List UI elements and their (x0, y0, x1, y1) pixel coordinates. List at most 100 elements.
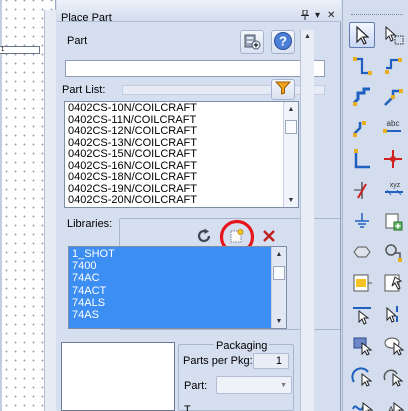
list-item[interactable]: 1_SHOT (72, 248, 270, 260)
filter-funnel-icon (274, 81, 292, 98)
rectangle-tool[interactable] (349, 332, 375, 358)
type-label: T (184, 404, 191, 411)
image-icon: A (388, 401, 405, 411)
list-item[interactable]: 0402CS-20N/COILCRAFT (68, 194, 282, 207)
canvas-border (0, 0, 2, 411)
place-hierarchical-block-tool[interactable] (380, 239, 406, 265)
place-part-icon (385, 213, 403, 231)
scroll-up-icon[interactable]: ▲ (272, 247, 286, 261)
select-arrow-icon (356, 25, 370, 45)
svg-text:abc: abc (387, 119, 400, 128)
canvas-tab-label: 1 (1, 47, 5, 53)
scroll-down-icon[interactable]: ▼ (284, 193, 298, 207)
panel-title: Place Part (61, 12, 112, 24)
place-part-tool[interactable] (380, 208, 406, 234)
place-pin-array-tool[interactable] (380, 270, 406, 296)
net-label-tool[interactable] (380, 53, 406, 79)
close-icon[interactable]: ✕ (327, 10, 335, 21)
chevron-down-icon[interactable]: ▾ (315, 10, 320, 21)
ground-symbol-tool[interactable] (349, 208, 375, 234)
bezier-tool[interactable] (380, 363, 406, 389)
list-item[interactable]: 0402CS-15N/COILCRAFT (68, 148, 282, 161)
chevron-down-icon: ▼ (280, 382, 287, 389)
help-icon: ? (273, 31, 293, 54)
wire-tool[interactable] (349, 53, 375, 79)
canvas-scrollbar[interactable] (44, 10, 56, 411)
off-page-connector-tool[interactable]: xyz (380, 177, 406, 203)
bus-entry-icon (384, 89, 403, 106)
remove-library-icon (262, 229, 276, 246)
net-alias-tool[interactable] (349, 115, 375, 141)
power-symbol-tool[interactable] (349, 177, 375, 203)
svg-text:xyz: xyz (390, 182, 401, 189)
arc-icon (351, 367, 373, 387)
no-connect-tool[interactable] (380, 146, 406, 172)
text-abc-tool[interactable]: abc (380, 115, 406, 141)
libraries-scrollbar[interactable]: ▲ ▼ (271, 247, 286, 328)
arc-tool[interactable] (349, 363, 375, 389)
text-icon (352, 401, 374, 411)
list-item[interactable]: 0402CS-12N/COILCRAFT (68, 125, 282, 138)
part-search-input[interactable] (65, 60, 325, 77)
polyline-icon (386, 306, 398, 323)
svg-text:A: A (388, 405, 394, 411)
scroll-thumb[interactable] (273, 266, 285, 280)
part-list-label: Part List: (62, 84, 106, 96)
libraries-label: Libraries: (67, 218, 113, 230)
text-abc-icon: abc (383, 119, 401, 133)
line-tool[interactable] (349, 301, 375, 327)
add-part-button[interactable] (240, 30, 264, 54)
rectangle-icon (353, 337, 373, 356)
remove-library-button[interactable] (258, 226, 280, 248)
pin-icon[interactable] (301, 9, 309, 23)
panel-scrollbar[interactable]: ▲ (300, 30, 314, 411)
hierarchical-port-tool[interactable] (349, 239, 375, 265)
select-arrow-tool[interactable] (349, 22, 375, 48)
net-label-icon (385, 58, 402, 74)
refresh-icon (196, 228, 212, 247)
list-item[interactable]: 74ALS (72, 297, 270, 309)
place-pin-tool[interactable] (349, 270, 375, 296)
bus-entry-tool[interactable] (380, 84, 406, 110)
list-item[interactable]: 0402CS-18N/COILCRAFT (68, 171, 282, 184)
part-list[interactable]: 0402CS-10N/COILCRAFT 0402CS-11N/COILCRAFT… (64, 101, 299, 208)
ellipse-icon (384, 337, 405, 356)
off-page-connector-icon: xyz (385, 182, 403, 196)
part-select-label: Part: (184, 380, 208, 392)
list-item[interactable]: 74ACT (72, 285, 270, 297)
wire-icon (353, 57, 372, 75)
power-symbol-icon (354, 182, 367, 199)
list-item[interactable]: 74AC (72, 272, 270, 284)
libraries-list[interactable]: 1_SHOT 7400 74AC 74ACT 74ALS 74AS ▲ ▼ (68, 246, 287, 329)
junction-tool[interactable] (349, 146, 375, 172)
image-tool[interactable]: A (380, 394, 406, 411)
part-list-scrollbar[interactable]: ▲ ▼ (283, 102, 298, 207)
part-select[interactable]: ▼ (216, 376, 292, 394)
bus-tool[interactable] (349, 84, 375, 110)
filter-button[interactable] (271, 79, 295, 100)
place-pin-array-icon (384, 274, 403, 292)
scroll-down-icon[interactable]: ▼ (272, 314, 286, 328)
scroll-thumb[interactable] (285, 120, 297, 134)
help-button[interactable]: ? (271, 30, 295, 54)
list-item[interactable]: 74AS (72, 309, 270, 321)
canvas-page-tab[interactable]: 1 (0, 46, 40, 54)
toolbar-grip[interactable] (351, 14, 403, 17)
scroll-up-icon[interactable]: ▲ (301, 30, 314, 43)
add-part-icon (243, 32, 261, 53)
list-item[interactable]: 0402CS-10N/COILCRAFT (68, 102, 282, 115)
line-icon (353, 307, 371, 325)
zoom-area-tool[interactable] (380, 22, 406, 48)
ellipse-tool[interactable] (380, 332, 406, 358)
scroll-up-icon[interactable]: ▲ (284, 102, 298, 116)
schematic-canvas[interactable]: 1 (0, 0, 56, 411)
draw-toolbar: abc xyz A (342, 0, 408, 411)
hierarchical-port-icon (353, 246, 371, 258)
place-pin-icon (353, 274, 372, 292)
parts-per-pkg-value: 1 (253, 353, 289, 369)
refresh-button[interactable] (193, 226, 215, 248)
text-tool[interactable] (349, 394, 375, 411)
polyline-tool[interactable] (380, 301, 406, 327)
part-preview (61, 342, 175, 411)
list-item[interactable]: 7400 (72, 260, 270, 272)
